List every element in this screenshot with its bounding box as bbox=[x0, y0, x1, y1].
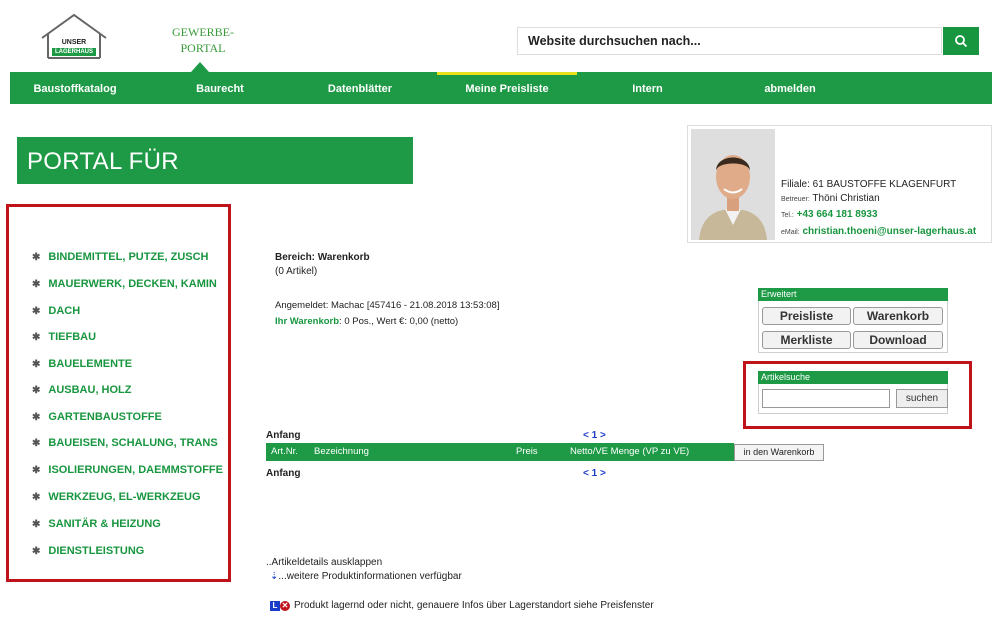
search-input[interactable]: Website durchsuchen nach... bbox=[517, 27, 942, 55]
nav-datenblaetter[interactable]: Datenblätter bbox=[300, 72, 420, 104]
bereich-label: Bereich: Warenkorb bbox=[275, 252, 370, 263]
contact-tel: Tel.: +43 664 181 8933 bbox=[781, 209, 878, 220]
category-werkzeug[interactable]: ✱ WERKZEUG, EL-WERKZEUG bbox=[32, 491, 201, 503]
email-link[interactable]: christian.thoeni@unser-lagerhaus.at bbox=[802, 226, 976, 237]
lager-unavailable-icon: ✕ bbox=[280, 601, 290, 611]
merkliste-button[interactable]: Merkliste bbox=[762, 331, 851, 349]
warenkorb-link[interactable]: Ihr Warenkorb bbox=[275, 316, 339, 327]
tel-number[interactable]: +43 664 181 8933 bbox=[797, 209, 878, 220]
nav-baustoffkatalog[interactable]: Baustoffkatalog bbox=[10, 72, 140, 104]
bullet-icon: ✱ bbox=[32, 519, 41, 530]
search-button[interactable] bbox=[943, 27, 979, 55]
add-to-cart-button[interactable]: in den Warenkorb bbox=[734, 444, 824, 461]
bullet-icon: ✱ bbox=[32, 438, 41, 449]
category-bauelemente[interactable]: ✱ BAUELEMENTE bbox=[32, 358, 132, 370]
bullet-icon: ✱ bbox=[32, 412, 41, 423]
contact-betreuer: Betreuer: Thöni Christian bbox=[781, 193, 880, 204]
erweitert-header: Erweitert bbox=[758, 288, 948, 301]
bullet-icon: ✱ bbox=[32, 359, 41, 370]
weitere-info-note: ⇣...weitere Produktinformationen verfügb… bbox=[270, 571, 462, 582]
bullet-icon: ✱ bbox=[32, 546, 41, 557]
artikelsuche-header: Artikelsuche bbox=[758, 371, 948, 384]
cart-summary: Ihr Warenkorb: 0 Pos., Wert €: 0,00 (net… bbox=[275, 316, 458, 327]
search-icon bbox=[955, 35, 968, 48]
betreuer-label: Betreuer: bbox=[781, 196, 810, 203]
col-artnr[interactable]: Art.Nr. bbox=[271, 446, 298, 457]
warenkorb-button[interactable]: Warenkorb bbox=[853, 307, 943, 325]
bullet-icon: ✱ bbox=[32, 332, 41, 343]
bullet-icon: ✱ bbox=[32, 306, 41, 317]
lager-text: Produkt lagernd oder nicht, genauere Inf… bbox=[294, 600, 654, 611]
col-preis[interactable]: Preis bbox=[516, 446, 538, 457]
logo-line1: UNSER bbox=[61, 39, 87, 46]
artikelsuche-input[interactable] bbox=[762, 389, 890, 408]
nav-meine-preisliste[interactable]: Meine Preisliste bbox=[437, 72, 577, 104]
email-label: eMail: bbox=[781, 229, 800, 236]
category-bindemittel[interactable]: ✱ BINDEMITTEL, PUTZE, ZUSCH bbox=[32, 251, 209, 263]
tel-label: Tel.: bbox=[781, 212, 794, 219]
gewerbe-portal-label[interactable]: GEWERBE- PORTAL bbox=[168, 24, 238, 56]
login-info: Angemeldet: Machac [457416 - 21.08.2018 … bbox=[275, 300, 500, 311]
category-ausbau-holz[interactable]: ✱ AUSBAU, HOLZ bbox=[32, 384, 132, 396]
contact-email: eMail: christian.thoeni@unser-lagerhaus.… bbox=[781, 226, 976, 237]
warenkorb-value: : 0 Pos., Wert €: 0,00 (netto) bbox=[339, 316, 459, 327]
betreuer-name: Thöni Christian bbox=[812, 193, 880, 204]
nav-intern[interactable]: Intern bbox=[590, 72, 705, 104]
contact-photo bbox=[691, 129, 775, 240]
anfang-top[interactable]: Anfang bbox=[266, 430, 300, 441]
portal-line2: PORTAL bbox=[180, 41, 226, 55]
person-photo-icon bbox=[691, 129, 775, 240]
category-gartenbaustoffe[interactable]: ✱ GARTENBAUSTOFFE bbox=[32, 411, 162, 423]
category-dach[interactable]: ✱ DACH bbox=[32, 305, 80, 317]
logo-line2: LAGERHAUS bbox=[54, 49, 93, 55]
pager-bottom[interactable]: < 1 > bbox=[583, 468, 606, 479]
category-baueisen[interactable]: ✱ BAUEISEN, SCHALUNG, TRANS bbox=[32, 437, 218, 449]
col-netto-menge[interactable]: Netto/VE Menge (VP zu VE) bbox=[570, 446, 689, 457]
portal-pointer bbox=[191, 62, 209, 72]
category-sanitaer[interactable]: ✱ SANITÄR & HEIZUNG bbox=[32, 518, 161, 530]
bullet-icon: ✱ bbox=[32, 252, 41, 263]
portal-line1: GEWERBE- bbox=[172, 25, 234, 39]
category-tiefbau[interactable]: ✱ TIEFBAU bbox=[32, 331, 96, 343]
col-bezeichnung[interactable]: Bezeichnung bbox=[314, 446, 369, 457]
category-isolierungen[interactable]: ✱ ISOLIERUNGEN, DAEMMSTOFFE bbox=[32, 464, 223, 476]
anfang-bottom[interactable]: Anfang bbox=[266, 468, 300, 479]
page-title: PORTAL FÜR GEWERBEKUNDEN bbox=[17, 137, 413, 225]
results-table-header: Art.Nr. Bezeichnung Preis Netto/VE Menge… bbox=[266, 443, 734, 461]
category-dienstleistung[interactable]: ✱ DIENSTLEISTUNG bbox=[32, 545, 144, 557]
nav-baurecht[interactable]: Baurecht bbox=[160, 72, 280, 104]
artikel-count: (0 Artikel) bbox=[275, 266, 318, 277]
bullet-icon: ✱ bbox=[32, 465, 41, 476]
pager-top[interactable]: < 1 > bbox=[583, 430, 606, 441]
lager-note: L ✕ Produkt lagernd oder nicht, genauere I… bbox=[270, 600, 654, 611]
weitere-info-text: ...weitere Produktinformationen verfügba… bbox=[278, 571, 462, 582]
suchen-button[interactable]: suchen bbox=[896, 389, 948, 408]
preisliste-button[interactable]: Preisliste bbox=[762, 307, 851, 325]
contact-filiale: Filiale: 61 BAUSTOFFE KLAGENFURT bbox=[781, 179, 957, 190]
main-nav: Baustoffkatalog Baurecht Datenblätter Me… bbox=[10, 72, 992, 104]
category-mauerwerk[interactable]: ✱ MAUERWERK, DECKEN, KAMIN bbox=[32, 278, 217, 290]
nav-active-indicator bbox=[437, 72, 577, 75]
bullet-icon: ✱ bbox=[32, 492, 41, 503]
artikeldetails-note: ..Artikeldetails ausklappen bbox=[266, 557, 383, 568]
lagerhaus-logo[interactable]: UNSER LAGERHAUS bbox=[38, 12, 110, 62]
lager-available-icon: L bbox=[270, 601, 280, 611]
nav-abmelden[interactable]: abmelden bbox=[730, 72, 850, 104]
download-button[interactable]: Download bbox=[853, 331, 943, 349]
bullet-icon: ✱ bbox=[32, 385, 41, 396]
bullet-icon: ✱ bbox=[32, 279, 41, 290]
